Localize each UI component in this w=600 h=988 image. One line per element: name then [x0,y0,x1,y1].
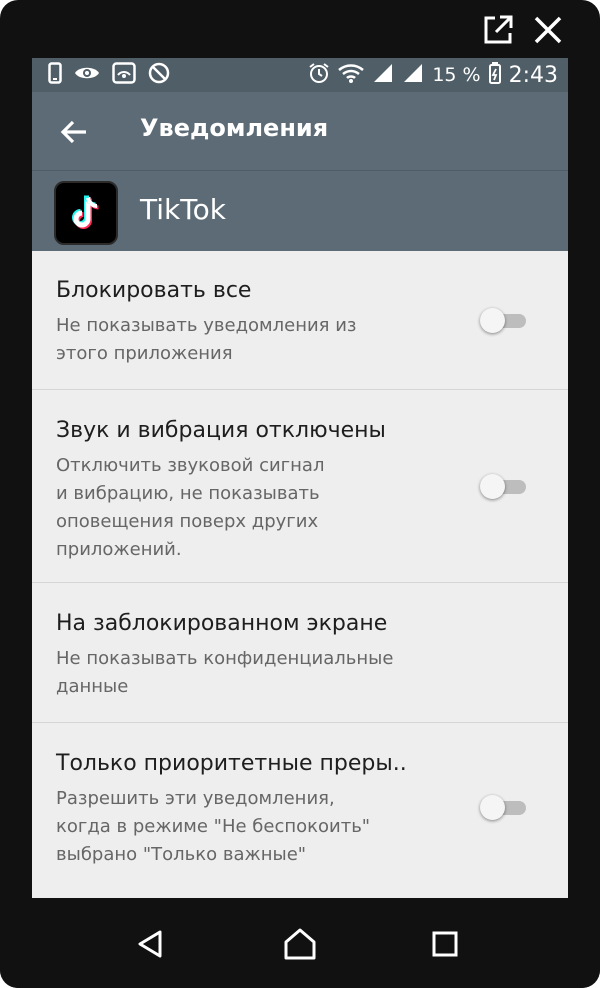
app-info-row: TikTok [32,170,568,251]
battery-icon [488,61,501,89]
setting-title: Только приоритетные преры.. [56,751,407,776]
close-icon[interactable] [528,10,568,50]
block-all-toggle[interactable] [480,306,528,334]
phone-icon [48,62,62,88]
setting-lock-screen[interactable]: На заблокированном экране Не показывать … [32,583,568,723]
signal-icon-2 [402,63,424,88]
navigation-bar [0,898,600,988]
tiktok-logo-icon [54,181,118,245]
setting-subtitle: Разрешить эти уведомления, когда в режим… [56,788,371,865]
data-saver-icon [148,62,170,88]
app-name: TikTok [140,193,226,226]
alarm-icon [308,62,330,89]
phone-frame: 15 % 2:43 Уведомления TikTok Блокировать… [0,0,600,988]
setting-subtitle: Отключить звуковой сигнал и вибрацию, не… [56,455,325,560]
app-bar: Уведомления [32,92,568,170]
battery-percent: 15 % [432,64,481,86]
status-bar: 15 % 2:43 [32,58,568,92]
sound-vibration-toggle[interactable] [480,472,528,500]
home-nav-icon[interactable] [278,922,322,966]
setting-block-all[interactable]: Блокировать все Не показывать уведомлени… [32,250,568,390]
phone-screen: 15 % 2:43 Уведомления TikTok Блокировать… [32,58,568,898]
recent-apps-nav-icon[interactable] [424,922,468,966]
settings-list: Блокировать все Не показывать уведомлени… [32,250,568,893]
toggle-thumb [480,795,505,820]
eye-icon [74,64,100,86]
priority-only-toggle[interactable] [480,793,528,821]
toggle-thumb [480,474,505,499]
setting-subtitle: Не показывать уведомления из этого прило… [56,315,357,364]
setting-title: Звук и вибрация отключены [56,418,386,443]
setting-subtitle: Не показывать конфиденциальные данные [56,648,394,697]
setting-priority-only[interactable]: Только приоритетные преры.. Разрешить эт… [32,723,568,893]
setting-sound-vibration[interactable]: Звук и вибрация отключены Отключить звук… [32,390,568,583]
wifi-icon [338,63,365,88]
status-time: 2:43 [508,62,558,88]
back-arrow-icon[interactable] [54,112,94,152]
back-nav-icon[interactable] [130,922,174,966]
page-title: Уведомления [140,114,329,142]
frame-top-bar [0,0,600,58]
toggle-thumb [480,308,505,333]
signal-icon [372,63,394,88]
setting-title: Блокировать все [56,278,252,303]
setting-title: На заблокированном экране [56,611,388,636]
open-external-icon[interactable] [478,10,518,50]
cast-icon [112,62,136,88]
